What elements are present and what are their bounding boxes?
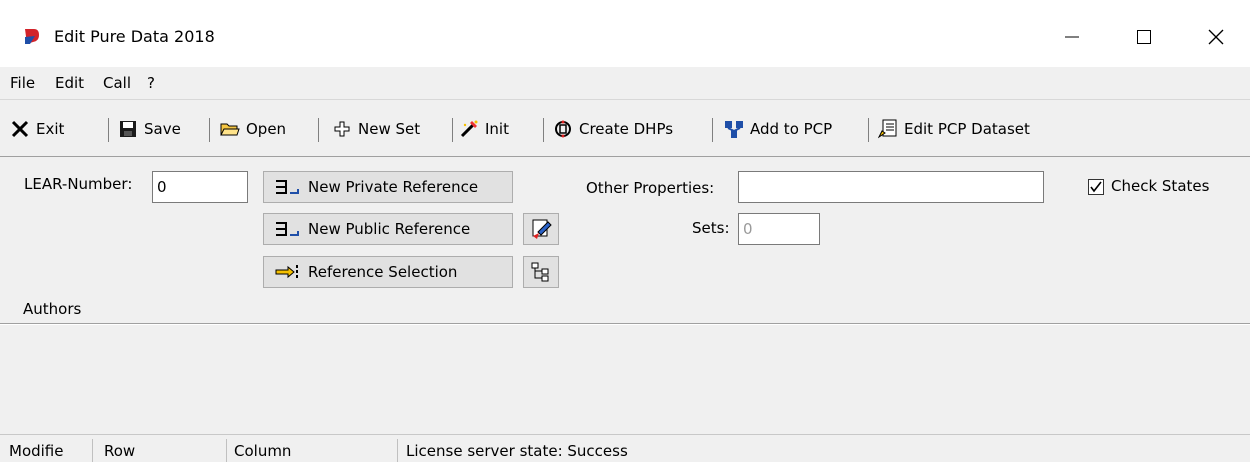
new-reference-icon: [276, 180, 299, 194]
magic-wand-icon: [460, 120, 478, 138]
edit-pcp-dataset-label: Edit PCP Dataset: [904, 120, 1030, 138]
status-bar: Modifie Row Column License server state:…: [0, 434, 1250, 462]
toolbar-separator: [209, 118, 210, 142]
check-states-label: Check States: [1111, 177, 1210, 195]
status-license: License server state: Success: [406, 442, 628, 460]
status-modified: Modifie: [9, 442, 64, 460]
new-reference-icon: [276, 222, 299, 236]
pointing-hand-icon: [275, 265, 298, 279]
create-dhps-button[interactable]: Create DHPs: [553, 113, 673, 145]
other-properties-label: Other Properties:: [586, 179, 715, 197]
status-row: Row: [104, 442, 136, 460]
status-separator: [92, 439, 93, 462]
network-node-icon: [725, 121, 743, 138]
form-panel: LEAR-Number: New Private Reference New P…: [0, 157, 1250, 324]
sets-input[interactable]: [738, 213, 820, 245]
window-title: Edit Pure Data 2018: [54, 27, 215, 46]
title-bar: Edit Pure Data 2018: [0, 0, 1250, 74]
new-public-reference-label: New Public Reference: [308, 220, 471, 238]
public-reference-action-button[interactable]: [523, 213, 559, 245]
toolbar-separator: [543, 118, 544, 142]
minimize-icon: [1065, 36, 1079, 38]
cycle-icon: [555, 120, 571, 138]
menu-call[interactable]: Call: [103, 74, 131, 92]
exit-label: Exit: [36, 120, 65, 138]
save-button[interactable]: Save: [118, 113, 181, 145]
reference-selection-label: Reference Selection: [308, 263, 458, 281]
other-properties-input[interactable]: [738, 171, 1044, 203]
tree-selection-icon: [531, 262, 549, 282]
lear-number-label: LEAR-Number:: [24, 175, 133, 193]
create-dhps-label: Create DHPs: [579, 120, 674, 138]
minimize-button[interactable]: [1052, 20, 1092, 54]
menu-file[interactable]: File: [10, 74, 35, 92]
lear-number-input[interactable]: [152, 171, 248, 203]
maximize-icon: [1137, 30, 1151, 44]
status-separator: [226, 439, 227, 462]
toolbar-separator: [868, 118, 869, 142]
new-set-button[interactable]: New Set: [332, 113, 420, 145]
init-button[interactable]: Init: [459, 113, 509, 145]
new-private-reference-label: New Private Reference: [308, 178, 479, 196]
new-public-reference-button[interactable]: New Public Reference: [263, 213, 513, 245]
toolbar-separator: [318, 118, 319, 142]
exit-button[interactable]: Exit: [10, 113, 64, 145]
toolbar-separator: [452, 118, 453, 142]
menu-help[interactable]: ?: [147, 74, 155, 92]
toolbar-separator: [712, 118, 713, 142]
status-separator: [397, 439, 398, 462]
add-to-pcp-button[interactable]: Add to PCP: [724, 113, 832, 145]
add-to-pcp-label: Add to PCP: [750, 120, 833, 138]
close-icon: [1208, 29, 1224, 45]
maximize-button[interactable]: [1124, 20, 1164, 54]
exit-x-icon: [11, 120, 29, 138]
checkmark-icon: [1090, 181, 1102, 193]
reference-selection-button[interactable]: Reference Selection: [263, 256, 513, 288]
menu-edit[interactable]: Edit: [55, 74, 84, 92]
panel-divider: [0, 323, 1250, 325]
toolbar: Exit Save Open New Set Init Create DHPs …: [0, 99, 1250, 157]
open-label: Open: [246, 120, 287, 138]
floppy-disk-icon: [120, 121, 136, 137]
edit-pcp-dataset-button[interactable]: Edit PCP Dataset: [878, 113, 1030, 145]
check-states-checkbox[interactable]: [1088, 179, 1104, 195]
sets-label: Sets:: [692, 219, 730, 237]
edit-reference-icon: [532, 219, 552, 239]
folder-open-icon: [220, 123, 240, 136]
toolbar-separator: [108, 118, 109, 142]
new-set-label: New Set: [358, 120, 421, 138]
close-button[interactable]: [1196, 20, 1236, 54]
reference-selection-action-button[interactable]: [523, 256, 559, 288]
plus-icon: [334, 121, 350, 137]
edit-document-icon: [878, 119, 897, 139]
app-logo-icon: [25, 29, 39, 44]
new-private-reference-button[interactable]: New Private Reference: [263, 171, 513, 203]
save-label: Save: [144, 120, 181, 138]
authors-label: Authors: [23, 300, 82, 318]
open-button[interactable]: Open: [220, 113, 286, 145]
init-label: Init: [485, 120, 509, 138]
menu-bar: File Edit Call ?: [0, 67, 1250, 99]
status-column: Column: [234, 442, 292, 460]
